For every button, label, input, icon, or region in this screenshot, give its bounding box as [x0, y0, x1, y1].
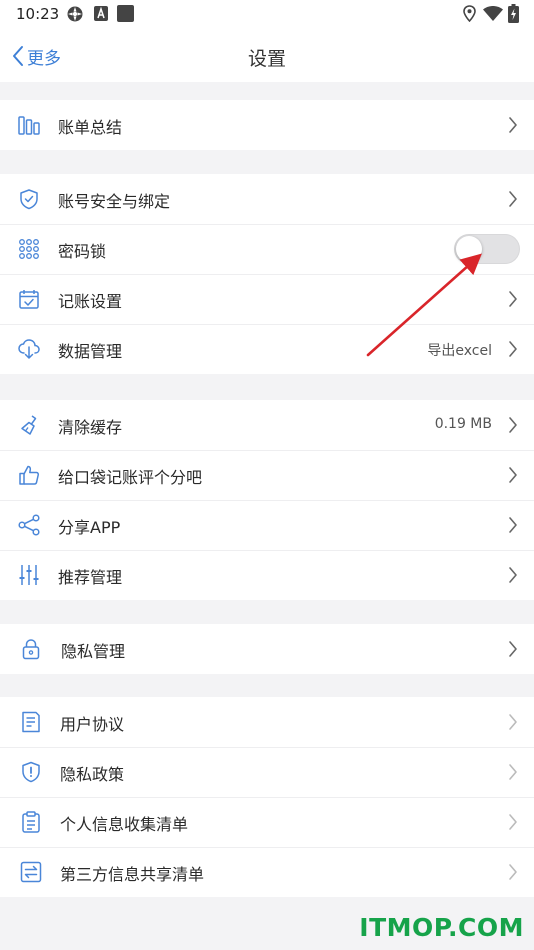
location-icon — [463, 5, 476, 22]
keypad-dots-icon — [19, 239, 39, 259]
settings-item-label: 隐私政策 — [60, 765, 125, 784]
cloud-download-icon — [18, 339, 40, 359]
share-icon — [18, 514, 40, 536]
settings-item-label: 个人信息收集清单 — [60, 815, 189, 834]
settings-item-label: 密码锁 — [58, 242, 107, 261]
settings-item-bill-summary[interactable]: 账单总结 — [0, 100, 534, 150]
status-bar: 10:23 — [0, 0, 534, 28]
nav-bar: 更多 设置 — [0, 28, 534, 82]
a-badge-icon — [94, 6, 108, 21]
chevron-right-icon — [509, 714, 517, 730]
settings-group-bills: 账单总结 — [0, 100, 534, 150]
sliders-icon — [19, 565, 39, 585]
battery-charging-icon — [508, 4, 519, 23]
settings-item-label: 第三方信息共享清单 — [60, 865, 205, 884]
chevron-left-icon — [13, 46, 23, 66]
chevron-right-icon — [509, 764, 517, 780]
settings-item-privacy-management[interactable]: 隐私管理 — [0, 624, 534, 674]
thumbs-up-icon — [19, 465, 40, 485]
chevron-right-icon — [509, 117, 517, 133]
settings-item-bookkeeping[interactable]: 记账设置 — [0, 274, 534, 324]
settings-item-personal-info-list[interactable]: 个人信息收集清单 — [0, 797, 534, 847]
settings-item-label: 账单总结 — [58, 118, 123, 137]
square-notification-icon — [117, 5, 134, 22]
settings-item-share-app[interactable]: 分享APP — [0, 500, 534, 550]
chevron-right-icon — [509, 341, 517, 357]
settings-item-label: 清除缓存 — [58, 418, 123, 437]
chevron-right-icon — [509, 567, 517, 583]
exchange-icon — [20, 861, 42, 883]
calendar-check-icon — [19, 290, 39, 309]
settings-item-user-agreement[interactable]: 用户协议 — [0, 697, 534, 747]
settings-item-recommend[interactable]: 推荐管理 — [0, 550, 534, 600]
settings-item-clear-cache[interactable]: 清除缓存 0.19 MB — [0, 400, 534, 450]
document-icon — [22, 711, 40, 733]
clipboard-icon — [22, 811, 40, 833]
settings-item-privacy-policy[interactable]: 隐私政策 — [0, 747, 534, 797]
bar-chart-icon — [18, 116, 40, 135]
settings-item-label: 记账设置 — [58, 292, 123, 311]
broom-icon — [21, 415, 37, 435]
settings-item-data-management[interactable]: 数据管理 导出excel — [0, 324, 534, 374]
chevron-right-icon — [509, 517, 517, 533]
wifi-icon — [483, 6, 503, 21]
cache-size-value: 0.19 MB — [434, 416, 492, 432]
settings-item-account-security[interactable]: 账号安全与绑定 — [0, 174, 534, 224]
shield-check-icon — [20, 189, 38, 210]
settings-item-password-lock: 密码锁 — [0, 224, 534, 274]
toggle-knob — [456, 236, 482, 262]
chevron-right-icon — [509, 814, 517, 830]
settings-group-app: 清除缓存 0.19 MB 给口袋记账评个分吧 分享APP 推荐管理 — [0, 400, 534, 600]
chevron-right-icon — [509, 191, 517, 207]
settings-item-label: 用户协议 — [60, 715, 125, 734]
settings-group-account: 账号安全与绑定 密码锁 记账设置 数据管理 导出excel — [0, 174, 534, 374]
settings-item-label: 推荐管理 — [58, 568, 123, 587]
settings-item-label: 数据管理 — [58, 342, 123, 361]
status-time: 10:23 — [16, 5, 60, 23]
settings-item-label: 账号安全与绑定 — [58, 192, 171, 211]
chevron-right-icon — [509, 417, 517, 433]
chevron-right-icon — [509, 864, 517, 880]
page-title: 设置 — [247, 48, 286, 70]
settings-item-label: 隐私管理 — [61, 642, 126, 661]
settings-item-label: 给口袋记账评个分吧 — [58, 468, 203, 487]
chevron-right-icon — [509, 291, 517, 307]
settings-item-third-party-list[interactable]: 第三方信息共享清单 — [0, 847, 534, 897]
settings-group-legal: 用户协议 隐私政策 个人信息收集清单 第三方信息共享清单 — [0, 697, 534, 897]
back-button[interactable]: 更多 — [12, 42, 61, 70]
chevron-right-icon — [509, 467, 517, 483]
password-lock-toggle[interactable] — [454, 234, 520, 264]
chevron-right-icon — [509, 641, 517, 657]
export-excel-value: 导出excel — [427, 343, 492, 359]
settings-item-label: 分享APP — [58, 518, 121, 537]
flower-notification-icon — [67, 6, 83, 22]
watermark: ITMOP.COM — [359, 913, 524, 942]
back-label: 更多 — [27, 48, 61, 69]
shield-alert-icon — [22, 761, 40, 783]
lock-icon — [22, 639, 40, 660]
settings-group-privacy: 隐私管理 — [0, 624, 534, 674]
settings-item-rate-app[interactable]: 给口袋记账评个分吧 — [0, 450, 534, 500]
